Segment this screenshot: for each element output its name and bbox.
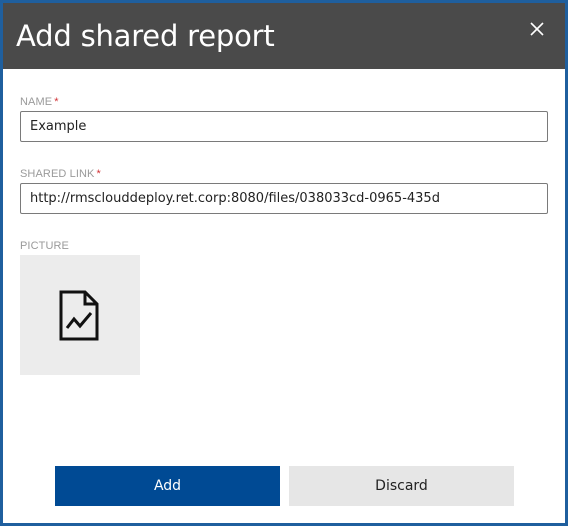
name-input[interactable] xyxy=(20,111,548,142)
dialog-title: Add shared report xyxy=(16,19,275,53)
shared-link-label-text: SHARED LINK xyxy=(20,168,95,180)
shared-link-label: SHARED LINK * xyxy=(20,168,101,180)
name-label-text: NAME xyxy=(20,96,53,108)
shared-link-required-marker: * xyxy=(96,168,101,180)
name-required-marker: * xyxy=(54,96,59,108)
add-shared-report-dialog: Add shared report NAME* SHARED LINK* PIC… xyxy=(0,0,568,526)
shared-link-input[interactable] xyxy=(20,183,548,214)
report-document-icon xyxy=(59,290,99,341)
dialog-header: Add shared report xyxy=(3,3,565,69)
picture-picker[interactable] xyxy=(20,255,140,375)
close-icon xyxy=(530,22,544,36)
picture-label: PICTURE xyxy=(20,240,69,252)
add-button[interactable]: Add xyxy=(55,466,280,506)
name-label: NAME * xyxy=(20,96,59,108)
close-button[interactable] xyxy=(526,18,548,40)
discard-button[interactable]: Discard xyxy=(289,466,514,506)
